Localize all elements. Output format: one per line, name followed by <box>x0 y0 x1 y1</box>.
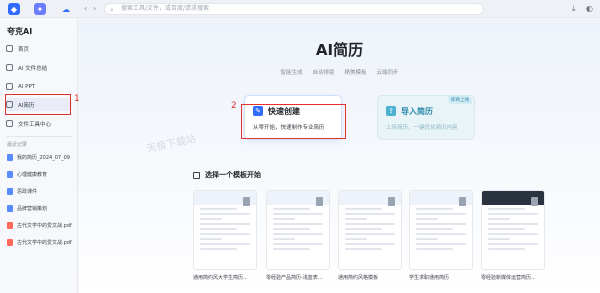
sidebar-divider <box>6 136 72 137</box>
templates-heading: 选择一个模板开始 <box>193 170 261 180</box>
annotation-box-2 <box>241 104 346 139</box>
template-label: 通用简约风格模板 <box>338 275 379 281</box>
sidebar-item-file-tools[interactable]: 文件工具中心 <box>6 117 72 130</box>
sidebar-item-ai-summary[interactable]: AI 文件总结 <box>6 61 72 74</box>
recent-item[interactable]: 品牌营销策划 <box>7 205 77 212</box>
slides-icon <box>6 83 13 90</box>
sidebar-item-label: 首页 <box>18 46 30 53</box>
template-card[interactable] <box>266 190 330 270</box>
back-icon[interactable]: ‹ <box>84 4 87 14</box>
sidebar-item-ai-ppt[interactable]: AI PPT <box>6 80 72 93</box>
forward-icon[interactable]: › <box>93 4 96 14</box>
browser-toolbar: ◆ ✦ ☁ ‹ › ⌕ 搜索工具/文件，或百度/请求搜索 ⤓ ◐ <box>0 0 600 18</box>
recent-title: 最近记录 <box>7 142 28 148</box>
template-label: 学生求职通用简历 <box>409 275 450 281</box>
recent-item[interactable]: 思政课件 <box>7 188 77 195</box>
cloud-tab-icon[interactable]: ☁ <box>60 3 72 15</box>
file-icon <box>7 205 13 212</box>
file-icon <box>7 154 13 161</box>
import-resume-card[interactable]: 即将上线 ⇪ 导入简历 上传简历，一键优化简历内容 <box>377 95 475 140</box>
photo-placeholder <box>531 197 538 206</box>
file-icon <box>7 188 13 195</box>
address-bar[interactable]: ⌕ 搜索工具/文件，或百度/请求搜索 <box>104 3 484 15</box>
pdf-icon <box>7 239 13 246</box>
upload-icon: ⇪ <box>386 106 396 116</box>
annotation-box-1 <box>5 94 71 115</box>
template-label: 通用简约风大学生简历... <box>193 275 248 281</box>
template-card[interactable] <box>481 190 545 270</box>
photo-placeholder <box>316 197 323 206</box>
template-card[interactable] <box>338 190 402 270</box>
pdf-icon <box>7 222 13 229</box>
profile-icon[interactable]: ◐ <box>586 4 593 14</box>
template-label: 零经验新媒体运营简历... <box>481 275 536 281</box>
main-area: AI简历 智能生成 自动排版 精美模板 云端同步 ✎ 快速创建 从零开始，快速制… <box>79 19 600 293</box>
annotation-number-2: 2 <box>231 101 237 111</box>
ai-tab-icon[interactable]: ✦ <box>34 3 46 15</box>
address-placeholder: 搜索工具/文件，或百度/请求搜索 <box>121 5 210 12</box>
import-resume-description: 上传简历，一键优化简历内容 <box>386 125 458 131</box>
page-title: AI简历 <box>315 41 364 59</box>
recent-item[interactable]: 心理健康教育 <box>7 171 77 178</box>
recent-item[interactable]: 我的简历_2024_07_09 <box>7 154 77 161</box>
photo-placeholder <box>459 197 466 206</box>
sidebar-item-home[interactable]: 首页 <box>6 42 72 55</box>
main-background: AI简历 智能生成 自动排版 精美模板 云端同步 ✎ 快速创建 从零开始，快速制… <box>79 19 600 293</box>
recent-item[interactable]: 古代文学中的爱文战.pdf <box>7 239 77 246</box>
sidebar-item-label: 文件工具中心 <box>18 121 52 128</box>
photo-placeholder <box>243 197 250 206</box>
app-title: 夸克AI <box>7 27 33 36</box>
coming-soon-badge: 即将上线 <box>448 96 472 104</box>
toolbox-icon <box>6 120 13 127</box>
grid-icon <box>193 171 200 179</box>
template-label: 零经验产品简历-浅蓝表... <box>266 275 323 281</box>
sidebar: 夸克AI 首页 AI 文件总结 AI PPT AI简历 文件工具中心 最近记录 … <box>0 18 78 293</box>
home-icon <box>6 45 13 52</box>
page-subtitle: 智能生成 自动排版 精美模板 云端同步 <box>280 70 399 76</box>
home-tab-icon[interactable]: ◆ <box>8 3 20 15</box>
sidebar-item-label: AI PPT <box>18 83 36 90</box>
template-card[interactable] <box>409 190 473 270</box>
recent-item[interactable]: 古代文学中的爱文战.pdf <box>7 222 77 229</box>
search-icon: ⌕ <box>110 6 114 14</box>
download-icon[interactable]: ⤓ <box>572 4 576 14</box>
document-icon <box>6 64 13 71</box>
sidebar-item-label: AI 文件总结 <box>18 65 48 72</box>
import-resume-title: 导入简历 <box>401 107 433 116</box>
watermark: 天极下载站 <box>145 133 198 156</box>
template-card[interactable] <box>193 190 257 270</box>
photo-placeholder <box>388 197 395 206</box>
file-icon <box>7 171 13 178</box>
